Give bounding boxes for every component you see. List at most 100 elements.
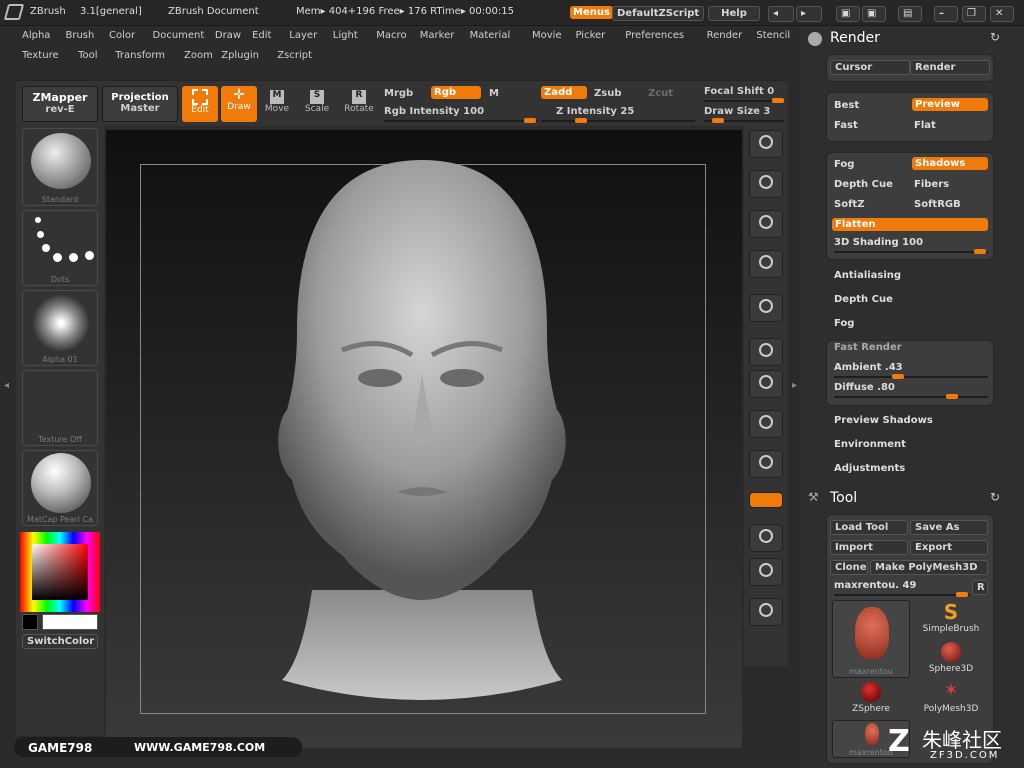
3d-shading-slider-label[interactable]: 3D Shading 100 — [834, 237, 923, 248]
softrgb-toggle[interactable]: SoftRGB — [914, 199, 961, 210]
rotate-mode-button[interactable]: R Rotate — [342, 88, 376, 122]
primary-color-swatch[interactable] — [22, 614, 38, 630]
tool-actual-button[interactable]: Actual — [748, 210, 784, 238]
fog-toggle[interactable]: Fog — [834, 159, 854, 170]
depth-cue-section[interactable]: Depth Cue — [834, 294, 893, 305]
preview-shadows-section[interactable]: Preview Shadows — [834, 415, 933, 426]
rgb-intensity-knob[interactable] — [524, 118, 536, 123]
scale-mode-button[interactable]: S Scale — [302, 88, 332, 122]
draw-size-knob[interactable] — [712, 118, 724, 123]
ambient-slider-label[interactable]: Ambient .43 — [834, 362, 903, 373]
diffuse-slider-label[interactable]: Diffuse .80 — [834, 382, 895, 393]
menu-item-movie[interactable]: Movie — [532, 30, 562, 41]
menus-toggle-button[interactable]: Menus — [570, 6, 613, 19]
menu-item-transform[interactable]: Transform — [115, 50, 165, 61]
menu-item-brush[interactable]: Brush — [66, 30, 95, 41]
tool-scroll-button[interactable]: Scroll — [748, 130, 784, 158]
depth-cue-toggle[interactable]: Depth Cue — [834, 179, 893, 190]
z-intensity-slider-label[interactable]: Z Intensity 25 — [556, 106, 634, 117]
save-as-button[interactable]: Save As — [910, 520, 988, 535]
move-mode-button[interactable]: M Move — [262, 88, 292, 122]
menu-item-zoom[interactable]: Zoom — [184, 50, 213, 61]
alpha-thumbnail[interactable]: Alpha 01 — [22, 290, 98, 366]
draw-size-slider[interactable] — [704, 118, 784, 123]
tool-local-button[interactable]: Local — [748, 294, 784, 322]
tool-simplebrush[interactable]: S SimpleBrush — [912, 600, 990, 638]
rgb-button[interactable]: Rgb — [431, 86, 481, 99]
tool-frame-button[interactable]: Frame — [748, 524, 784, 552]
color-square[interactable] — [32, 544, 88, 600]
3d-shading-knob[interactable] — [974, 249, 986, 254]
environment-section[interactable]: Environment — [834, 439, 906, 450]
tool-refresh-icon[interactable]: ↻ — [990, 490, 1000, 504]
help-button[interactable]: Help — [708, 6, 760, 21]
minimize-icon[interactable]: – — [934, 6, 958, 22]
z-intensity-knob[interactable] — [575, 118, 587, 123]
zmapper-button[interactable]: ZMapper rev-E — [22, 86, 98, 122]
load-tool-button[interactable]: Load Tool — [830, 520, 908, 535]
right-collapse-icon[interactable]: ▸ — [792, 380, 797, 391]
material-thumbnail[interactable]: MatCap Pearl Ca — [22, 450, 98, 526]
scroll-right-icon[interactable]: ▸ — [796, 6, 822, 22]
current-tool-slider[interactable] — [834, 592, 970, 597]
menu-item-zplugin[interactable]: Zplugin — [221, 50, 259, 61]
import-button[interactable]: Import — [830, 540, 908, 555]
tool-transp-button[interactable]: Transp — [748, 558, 784, 586]
ambient-knob[interactable] — [892, 374, 904, 379]
draw-size-slider-label[interactable]: Draw Size 3 — [704, 106, 770, 117]
menu-item-document[interactable]: Document — [153, 30, 205, 41]
draw-mode-button[interactable]: ✛ Draw — [221, 86, 257, 122]
make-polymesh3d-button[interactable]: Make PolyMesh3D — [870, 560, 988, 575]
menu-item-color[interactable]: Color — [109, 30, 135, 41]
projection-master-button[interactable]: Projection Master — [102, 86, 178, 122]
r-button[interactable]: R — [972, 580, 988, 595]
rgb-intensity-slider-label[interactable]: Rgb Intensity 100 — [384, 106, 484, 117]
zsub-button[interactable]: Zsub — [594, 88, 621, 99]
rgb-intensity-slider[interactable] — [384, 118, 538, 123]
tool-palette-title[interactable]: Tool — [830, 490, 857, 506]
menu-item-zscript[interactable]: Zscript — [277, 50, 312, 61]
restore-icon[interactable]: ❐ — [962, 6, 986, 22]
stroke-thumbnail[interactable]: Dots — [22, 210, 98, 286]
tool-thumbnail-maxrentou[interactable]: maxrentou — [832, 600, 910, 678]
menu-item-material[interactable]: Material — [470, 30, 511, 41]
left-collapse-icon[interactable]: ◂ — [4, 380, 9, 391]
focal-shift-slider-label[interactable]: Focal Shift 0 — [704, 86, 774, 97]
m-button[interactable]: M — [489, 88, 499, 99]
flat-button[interactable]: Flat — [914, 120, 936, 131]
render-palette-title[interactable]: Render — [830, 30, 880, 46]
tool-zoom-button[interactable]: Zoom — [748, 170, 784, 198]
diffuse-knob[interactable] — [946, 394, 958, 399]
default-zscript-button[interactable]: DefaultZScript — [612, 6, 705, 21]
tool-scale-button[interactable]: Scale — [748, 410, 784, 438]
tool-sphere3d[interactable]: Sphere3D — [912, 640, 990, 678]
softz-toggle[interactable]: SoftZ — [834, 199, 864, 210]
focal-shift-slider[interactable] — [704, 98, 784, 103]
tool-zsphere[interactable]: ZSphere — [832, 680, 910, 718]
menu-item-marker[interactable]: Marker — [420, 30, 455, 41]
tool-xyz-button[interactable]: XYZ — [748, 492, 784, 508]
edit-mode-button[interactable]: Edit — [182, 86, 218, 122]
tool-move-button[interactable]: Move — [748, 370, 784, 398]
menu-item-texture[interactable]: Texture — [22, 50, 59, 61]
current-tool-knob[interactable] — [956, 592, 968, 597]
switch-color-button[interactable]: SwitchColor — [22, 634, 98, 649]
menu-item-tool[interactable]: Tool — [78, 50, 97, 61]
close-icon[interactable]: ✕ — [990, 6, 1014, 22]
diffuse-slider[interactable] — [834, 394, 988, 399]
render-refresh-icon[interactable]: ↻ — [990, 30, 1000, 44]
secondary-color-swatch[interactable] — [42, 614, 98, 630]
tool-lsym-button[interactable]: L.Sym — [748, 338, 784, 366]
lock-icon[interactable]: ▤ — [898, 6, 922, 22]
tool-rotate-button[interactable]: Rotate — [748, 450, 784, 478]
ambient-slider[interactable] — [834, 374, 988, 379]
zcut-button[interactable]: Zcut — [648, 88, 673, 99]
cursor-button[interactable]: Cursor — [830, 60, 910, 75]
focal-shift-knob[interactable] — [772, 98, 784, 103]
preview-button[interactable]: Preview — [912, 98, 988, 111]
brush-thumbnail[interactable]: Standard — [22, 128, 98, 206]
menu-item-render[interactable]: Render — [707, 30, 743, 41]
tool-polymesh3d[interactable]: ✶ PolyMesh3D — [912, 680, 990, 718]
layout-a-icon[interactable]: ▣ — [836, 6, 860, 22]
fog-section[interactable]: Fog — [834, 318, 854, 329]
